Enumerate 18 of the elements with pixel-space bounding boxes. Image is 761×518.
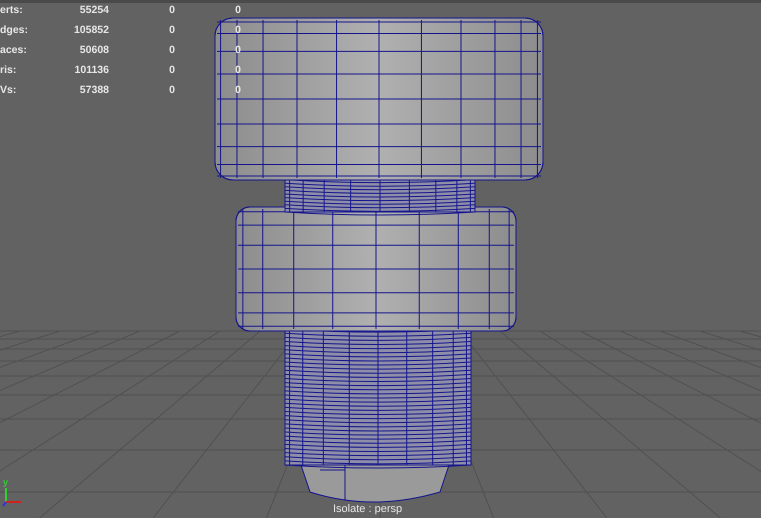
stat-label: ris: [0, 63, 18, 77]
stat-value: 0 [168, 63, 175, 77]
stat-value: 0 [168, 23, 175, 37]
stat-value: 101136 [74, 63, 109, 77]
stat-label: aces: [0, 43, 28, 57]
stat-value: 55254 [78, 3, 109, 17]
stat-value: 50608 [78, 43, 109, 57]
axis-label: y [3, 477, 8, 487]
stat-value: 57388 [78, 83, 109, 97]
stat-value: 0 [168, 3, 175, 17]
stat-value: 105852 [72, 23, 109, 37]
stat-value: 0 [168, 43, 175, 57]
isolate-label: Isolate : persp [333, 503, 402, 516]
stat-label: erts: [0, 3, 24, 17]
stat-value: 0 [168, 83, 175, 97]
stat-label: dges: [0, 23, 30, 37]
stat-value: 0 [234, 3, 241, 17]
stat-label: Vs: [0, 83, 18, 97]
